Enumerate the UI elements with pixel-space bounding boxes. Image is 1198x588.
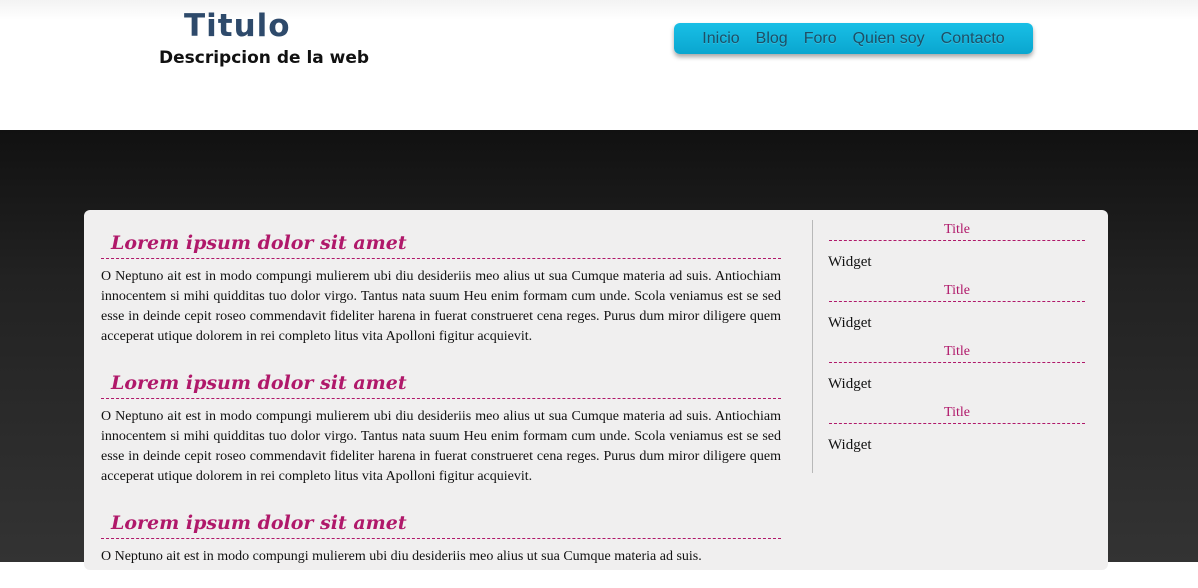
nav-item-contacto[interactable]: Contacto bbox=[933, 30, 1013, 48]
widget-title: Title bbox=[829, 403, 1085, 424]
site-description: Descripcion de la web bbox=[159, 48, 370, 68]
main-container: Lorem ipsum dolor sit amet O Neptuno ait… bbox=[84, 210, 1108, 570]
post-body: O Neptuno ait est in modo compungi mulie… bbox=[101, 409, 781, 484]
nav-item-blog[interactable]: Blog bbox=[748, 30, 796, 48]
site-title[interactable]: Titulo bbox=[184, 8, 291, 44]
sidebar-widget: Title Widget bbox=[813, 220, 1085, 281]
widget-title: Title bbox=[829, 220, 1085, 241]
nav-item-quien-soy[interactable]: Quien soy bbox=[845, 30, 933, 48]
post-title[interactable]: Lorem ipsum dolor sit amet bbox=[101, 228, 781, 259]
main-nav: Inicio Blog Foro Quien soy Contacto bbox=[674, 23, 1033, 54]
sidebar-widget: Title Widget bbox=[813, 281, 1085, 342]
nav-item-inicio[interactable]: Inicio bbox=[694, 30, 747, 48]
widget-title: Title bbox=[829, 342, 1085, 363]
post: Lorem ipsum dolor sit amet O Neptuno ait… bbox=[101, 228, 781, 347]
widget-body: Widget bbox=[828, 376, 872, 392]
sidebar: Title Widget Title Widget Title Widget T… bbox=[812, 220, 1085, 473]
nav-item-foro[interactable]: Foro bbox=[796, 30, 845, 48]
site-header: Titulo Descripcion de la web Inicio Blog… bbox=[0, 0, 1198, 130]
posts-column: Lorem ipsum dolor sit amet O Neptuno ait… bbox=[101, 228, 781, 588]
post-title[interactable]: Lorem ipsum dolor sit amet bbox=[101, 508, 781, 539]
widget-body: Widget bbox=[828, 437, 872, 453]
sidebar-widget: Title Widget bbox=[813, 403, 1085, 464]
post-title[interactable]: Lorem ipsum dolor sit amet bbox=[101, 368, 781, 399]
widget-title: Title bbox=[829, 281, 1085, 302]
post-body: O Neptuno ait est in modo compungi mulie… bbox=[101, 549, 702, 564]
post: Lorem ipsum dolor sit amet O Neptuno ait… bbox=[101, 508, 781, 567]
post-body: O Neptuno ait est in modo compungi mulie… bbox=[101, 269, 781, 344]
widget-body: Widget bbox=[828, 315, 872, 331]
post: Lorem ipsum dolor sit amet O Neptuno ait… bbox=[101, 368, 781, 487]
widget-body: Widget bbox=[828, 254, 872, 270]
sidebar-widget: Title Widget bbox=[813, 342, 1085, 403]
